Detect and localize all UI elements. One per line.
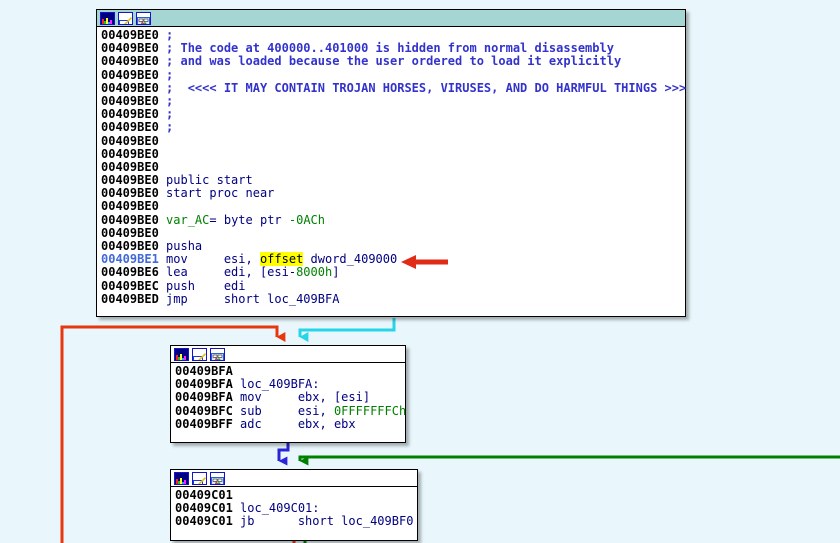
line-address: 00409BE0 <box>101 120 167 135</box>
highlighted-token: offset <box>259 252 304 267</box>
line-address: 00409BE6 <box>101 265 167 280</box>
line-text: ; The code at 400000..401000 is hidden f… <box>166 41 614 56</box>
edge-409BFA-to-409C01 <box>277 443 290 466</box>
line-address: 00409BE0 <box>101 239 167 253</box>
line-text: var_AC <box>166 212 210 227</box>
line-text: loc_409C01: <box>240 501 320 516</box>
graph-view-icon[interactable] <box>136 11 151 25</box>
disassembly-line[interactable]: 00409BE0 ; <<<< IT MAY CONTAIN TROJAN HO… <box>97 80 687 95</box>
node-body: 00409BE0 ; 00409BE0 ; The code at 400000.… <box>97 27 687 308</box>
edit-pencil-icon[interactable] <box>192 347 207 361</box>
line-address: 00409BE0 <box>101 93 167 108</box>
node-titlebar[interactable] <box>171 346 405 363</box>
line-address: 00409BE1 <box>101 252 167 267</box>
line-address: 00409BE0 <box>101 133 167 148</box>
line-text: ; <box>166 120 174 135</box>
line-text: jb short loc_409BF0 <box>240 514 414 529</box>
line-text: dword_409000 <box>303 252 398 267</box>
line-address: 00409BE0 <box>101 186 167 201</box>
line-text: ; <box>166 67 174 82</box>
line-text: start proc near <box>166 186 275 201</box>
disassembly-line[interactable]: 00409BE0 ; <box>97 108 685 121</box>
line-text: ; <box>166 107 174 122</box>
node-titlebar[interactable] <box>171 470 417 487</box>
graph-view-icon[interactable] <box>210 347 225 361</box>
line-address: 00409BE0 <box>101 199 167 214</box>
line-text: ; <<<< IT MAY CONTAIN TROJAN HORSES, VIR… <box>166 80 687 95</box>
line-text: ; <box>166 93 174 108</box>
line-address: 00409BE0 <box>101 80 167 95</box>
edit-pencil-icon[interactable] <box>192 471 207 485</box>
line-text: 8000h <box>296 265 333 280</box>
color-palette-icon[interactable] <box>100 11 115 25</box>
line-address: 00409BE0 <box>101 173 167 188</box>
disassembly-line[interactable]: 00409BE0 <box>97 133 685 148</box>
line-text: mov ebx, [esi] <box>240 390 371 405</box>
graph-node[interactable]: 00409BFA 00409BFA loc_409BFA: 00409BFA mo… <box>170 345 406 443</box>
line-address: 00409BFA <box>175 377 241 392</box>
line-address: 00409C01 <box>175 514 241 529</box>
line-address: 00409BFA <box>175 364 241 378</box>
ida-graph-canvas: 00409BE0 ; 00409BE0 ; The code at 400000.… <box>0 0 840 543</box>
line-address: 00409BE0 <box>101 67 167 82</box>
line-address: 00409BEC <box>101 278 167 293</box>
disassembly-line[interactable]: 00409BE0 start proc near <box>97 187 685 200</box>
line-address: 00409BFF <box>175 416 241 431</box>
line-text: ; and was loaded because the user ordere… <box>166 54 622 69</box>
line-address: 00409BED <box>101 291 167 306</box>
line-address: 00409BE0 <box>101 54 167 69</box>
line-address: 00409BE0 <box>101 41 167 56</box>
graph-node[interactable]: 00409C01 00409C01 loc_409C01: 00409C01 jb… <box>170 469 418 541</box>
line-address: 00409BE0 <box>101 225 167 240</box>
line-text: push edi <box>166 278 246 293</box>
line-address: 00409C01 <box>175 501 241 516</box>
disassembly-line[interactable]: 00409BE0 <box>97 146 685 161</box>
color-palette-icon[interactable] <box>174 471 189 485</box>
disassembly-line[interactable]: 00409BE0 ; and was loaded because the us… <box>97 55 685 68</box>
line-text: loc_409BFA: <box>240 377 320 392</box>
line-address: 00409BFC <box>175 403 241 418</box>
line-text: ; <box>166 28 174 42</box>
line-text: -0ACh <box>288 212 325 227</box>
edge-external-to-409C01 <box>298 455 840 466</box>
line-text: jmp short loc_409BFA <box>166 291 340 306</box>
line-text: mov esi, <box>166 252 260 267</box>
disassembly-line[interactable]: 00409BE0 var_AC= byte ptr -0ACh <box>97 212 685 227</box>
disassembly-line[interactable]: 00409BFF adc ebx, ebx <box>171 416 405 431</box>
line-text: pusha <box>166 239 203 253</box>
line-address: 00409BE0 <box>101 146 167 161</box>
line-address: 00409BE0 <box>101 212 167 227</box>
edit-pencil-icon[interactable] <box>118 11 133 25</box>
node-titlebar[interactable] <box>97 10 685 27</box>
graph-view-icon[interactable] <box>210 471 225 485</box>
disassembly-line[interactable]: 00409BE0 ; <box>97 121 685 134</box>
disassembly-line[interactable]: 00409BED jmp short loc_409BFA <box>97 291 685 306</box>
disassembly-line[interactable]: 00409BE0 ; <box>97 93 685 108</box>
edge-back-to-409BFA <box>298 318 396 342</box>
line-address: 00409BFA <box>175 390 241 405</box>
line-address: 00409BE0 <box>101 107 167 122</box>
line-text: sub esi, <box>240 403 334 418</box>
graph-node[interactable]: 00409BE0 ; 00409BE0 ; The code at 400000.… <box>96 9 686 317</box>
line-text: ] <box>332 265 340 280</box>
line-text: lea edi, [esi- <box>166 265 297 280</box>
line-address: 00409C01 <box>175 488 241 502</box>
line-address: 00409BE0 <box>101 159 167 174</box>
line-address: 00409BE0 <box>101 28 167 42</box>
line-text: = byte ptr <box>209 212 289 227</box>
node-body: 00409BFA 00409BFA loc_409BFA: 00409BFA mo… <box>171 363 407 433</box>
disassembly-line[interactable]: 00409C01 jb short loc_409BF0 <box>171 515 417 528</box>
line-text: 0FFFFFFFCh <box>333 403 407 418</box>
line-text: adc ebx, ebx <box>240 416 356 431</box>
color-palette-icon[interactable] <box>174 347 189 361</box>
node-body: 00409C01 00409C01 loc_409C01: 00409C01 jb… <box>171 487 417 531</box>
line-text: public start <box>166 173 253 188</box>
